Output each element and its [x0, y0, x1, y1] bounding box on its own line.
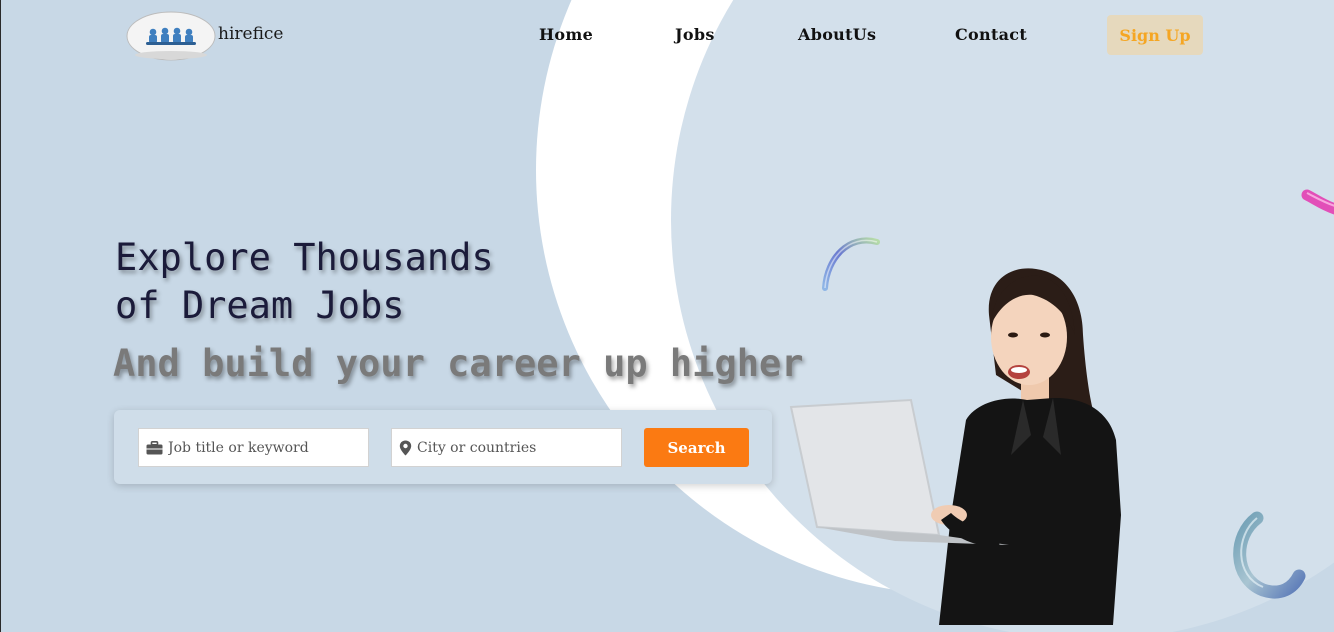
job-search-panel: Search [114, 410, 772, 484]
nav-home[interactable]: Home [539, 25, 593, 44]
headline-line-2: of Dream Jobs [115, 284, 405, 327]
hero-headline: Explore Thousands of Dream Jobs [115, 234, 494, 330]
location-input[interactable] [415, 438, 619, 457]
hero-tagline: And build your career up higher [113, 342, 804, 385]
location-field[interactable] [391, 428, 622, 467]
woman-with-laptop-image [789, 268, 1121, 625]
sign-up-button[interactable]: Sign Up [1107, 15, 1203, 55]
map-pin-icon [399, 440, 412, 455]
nav-about-us[interactable]: AboutUs [798, 25, 876, 44]
brand-name: hirefice [218, 24, 284, 44]
decorative-pink-tube-icon [1301, 189, 1334, 215]
people-group-logo[interactable] [126, 10, 216, 62]
search-button[interactable]: Search [644, 428, 749, 467]
job-title-field[interactable] [138, 428, 369, 467]
decorative-ring-icon [1233, 511, 1306, 599]
nav-contact[interactable]: Contact [955, 25, 1027, 44]
briefcase-icon [146, 440, 163, 454]
nav-jobs[interactable]: Jobs [675, 25, 715, 44]
headline-line-1: Explore Thousands [115, 236, 494, 279]
job-title-input[interactable] [166, 438, 368, 457]
